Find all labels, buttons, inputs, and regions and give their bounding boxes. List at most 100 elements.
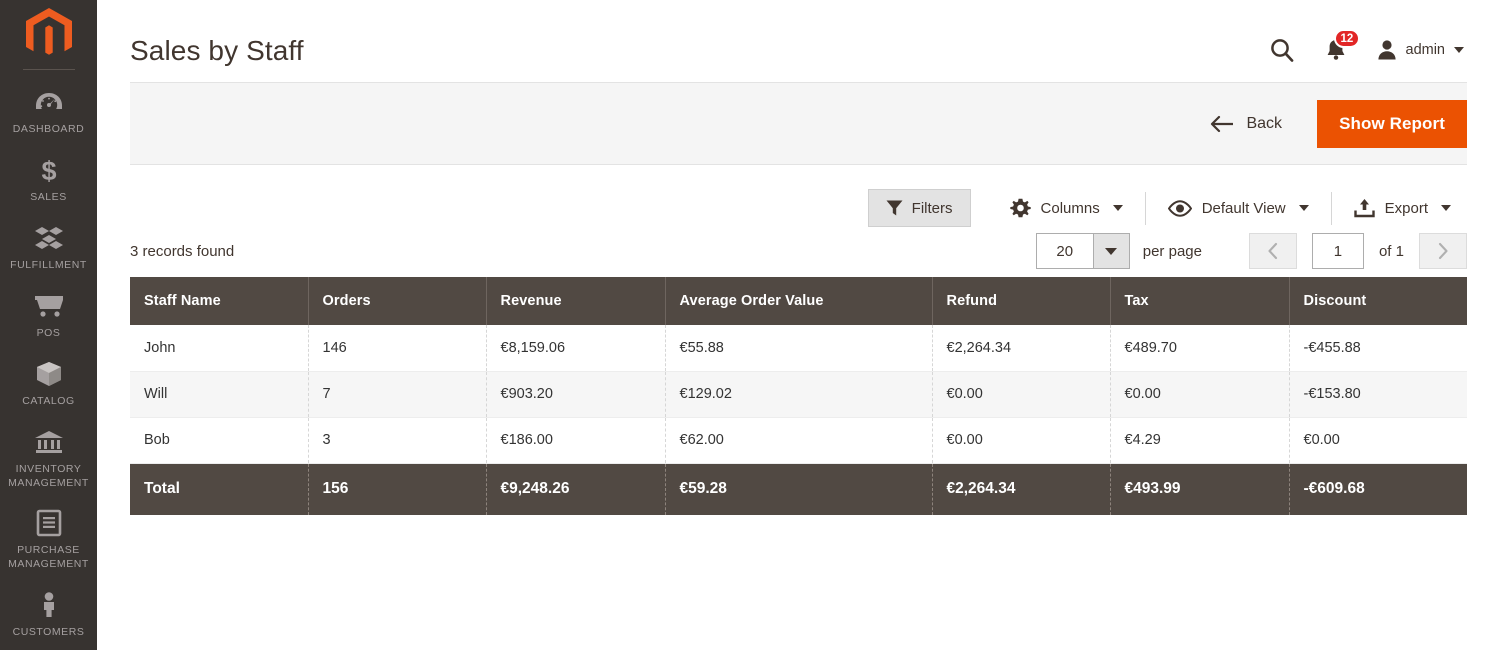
table-cell: €903.20 xyxy=(486,371,665,417)
toolbar-divider xyxy=(1331,192,1332,225)
columns-label: Columns xyxy=(1041,200,1100,217)
table-total-cell: €493.99 xyxy=(1110,463,1289,515)
sidebar-item-pos[interactable]: POS xyxy=(0,283,97,351)
notification-count-badge: 12 xyxy=(1334,29,1361,48)
sidebar-item-purchase-management[interactable]: Purchase Management xyxy=(0,500,97,582)
per-page-value: 20 xyxy=(1037,234,1093,268)
user-avatar-icon xyxy=(1377,39,1397,61)
table-body: John146€8,159.06€55.88€2,264.34€489.70-€… xyxy=(130,325,1467,463)
chevron-right-icon xyxy=(1437,242,1449,260)
gear-icon xyxy=(1010,198,1031,219)
table-cell: Will xyxy=(130,371,308,417)
sidebar-item-label: Sales xyxy=(30,191,67,205)
table-header-row: Staff NameOrdersRevenueAverage Order Val… xyxy=(130,277,1467,325)
per-page-select[interactable]: 20 xyxy=(1036,233,1130,269)
chevron-down-icon xyxy=(1093,234,1129,268)
account-name: admin xyxy=(1406,42,1446,58)
sidebar-item-fulfillment[interactable]: Fulfillment xyxy=(0,215,97,283)
table-cell: €4.29 xyxy=(1110,417,1289,463)
column-header[interactable]: Discount xyxy=(1289,277,1467,325)
table-cell: -€455.88 xyxy=(1289,325,1467,371)
table-cell: -€153.80 xyxy=(1289,371,1467,417)
export-upload-icon xyxy=(1354,198,1375,218)
table-cell: €489.70 xyxy=(1110,325,1289,371)
export-label: Export xyxy=(1385,200,1428,217)
table-total-cell: 156 xyxy=(308,463,486,515)
search-icon[interactable] xyxy=(1269,37,1295,63)
grid-toolbar: Filters Columns Default View xyxy=(130,165,1467,227)
view-bookmarks-button[interactable]: Default View xyxy=(1152,191,1325,226)
chevron-down-icon xyxy=(1299,205,1309,211)
sidebar-item-label: Purchase Management xyxy=(8,544,89,572)
main-content: Sales by Staff 12 xyxy=(97,0,1500,650)
column-header[interactable]: Tax xyxy=(1110,277,1289,325)
data-grid-wrapper: Staff NameOrdersRevenueAverage Order Val… xyxy=(130,275,1467,515)
chevron-down-icon xyxy=(1441,205,1451,211)
next-page-button[interactable] xyxy=(1419,233,1467,269)
page-title: Sales by Staff xyxy=(130,15,304,67)
dollar-sign-icon: $ xyxy=(39,155,59,185)
table-cell: €2,264.34 xyxy=(932,325,1110,371)
table-foot: Total156€9,248.26€59.28€2,264.34€493.99-… xyxy=(130,463,1467,515)
table-total-cell: €9,248.26 xyxy=(486,463,665,515)
column-header[interactable]: Average Order Value xyxy=(665,277,932,325)
table-total-cell: €2,264.34 xyxy=(932,463,1110,515)
column-header[interactable]: Refund xyxy=(932,277,1110,325)
bank-columns-icon xyxy=(34,427,64,457)
sales-by-staff-table: Staff NameOrdersRevenueAverage Order Val… xyxy=(130,277,1467,515)
funnel-icon xyxy=(886,199,903,217)
notifications-button[interactable]: 12 xyxy=(1325,38,1347,62)
table-cell: John xyxy=(130,325,308,371)
package-box-icon xyxy=(35,359,63,389)
document-lines-icon xyxy=(36,508,62,538)
account-menu[interactable]: admin xyxy=(1377,39,1465,61)
page-actions-bar: Back Show Report xyxy=(130,82,1467,165)
table-cell: €0.00 xyxy=(1110,371,1289,417)
pagination: 20 per page 1 of 1 xyxy=(1036,233,1467,269)
sidebar-item-inventory-management[interactable]: Inventory Management xyxy=(0,419,97,501)
table-total-cell: €59.28 xyxy=(665,463,932,515)
view-label: Default View xyxy=(1202,200,1286,217)
boxes-icon xyxy=(34,223,64,253)
sidebar-item-sales[interactable]: $ Sales xyxy=(0,147,97,215)
sidebar-item-label: Catalog xyxy=(22,395,74,409)
table-cell: €0.00 xyxy=(1289,417,1467,463)
sidebar-divider xyxy=(23,69,75,70)
magento-logo-icon xyxy=(26,8,72,60)
table-cell: €0.00 xyxy=(932,417,1110,463)
table-cell: 146 xyxy=(308,325,486,371)
sidebar-item-label: Customers xyxy=(13,626,85,640)
table-row[interactable]: Bob3€186.00€62.00€0.00€4.29€0.00 xyxy=(130,417,1467,463)
admin-page: Dashboard $ Sales Fulfillment xyxy=(0,0,1500,650)
magento-logo[interactable] xyxy=(0,0,97,69)
person-icon xyxy=(38,590,60,620)
table-total-cell: -€609.68 xyxy=(1289,463,1467,515)
show-report-button[interactable]: Show Report xyxy=(1317,100,1467,148)
table-cell: Bob xyxy=(130,417,308,463)
svg-text:$: $ xyxy=(41,156,56,184)
column-header[interactable]: Revenue xyxy=(486,277,665,325)
chevron-down-icon xyxy=(1113,205,1123,211)
grid-meta-bar: 3 records found 20 per page 1 xyxy=(130,227,1467,275)
table-cell: €129.02 xyxy=(665,371,932,417)
table-row[interactable]: John146€8,159.06€55.88€2,264.34€489.70-€… xyxy=(130,325,1467,371)
shopping-cart-icon xyxy=(33,291,65,321)
chevron-left-icon xyxy=(1267,242,1279,260)
dashboard-gauge-icon xyxy=(35,87,63,117)
column-header[interactable]: Staff Name xyxy=(130,277,308,325)
table-total-cell: Total xyxy=(130,463,308,515)
page-number-input[interactable]: 1 xyxy=(1312,233,1364,269)
table-row[interactable]: Will7€903.20€129.02€0.00€0.00-€153.80 xyxy=(130,371,1467,417)
column-header[interactable]: Orders xyxy=(308,277,486,325)
sidebar-item-dashboard[interactable]: Dashboard xyxy=(0,79,97,147)
back-label: Back xyxy=(1246,115,1282,133)
sidebar-item-catalog[interactable]: Catalog xyxy=(0,351,97,419)
columns-button[interactable]: Columns xyxy=(994,189,1139,228)
table-head: Staff NameOrdersRevenueAverage Order Val… xyxy=(130,277,1467,325)
export-button[interactable]: Export xyxy=(1338,189,1467,227)
previous-page-button[interactable] xyxy=(1249,233,1297,269)
back-button[interactable]: Back xyxy=(1209,115,1282,133)
table-cell: €8,159.06 xyxy=(486,325,665,371)
filters-button[interactable]: Filters xyxy=(868,189,971,227)
sidebar-item-customers[interactable]: Customers xyxy=(0,582,97,650)
